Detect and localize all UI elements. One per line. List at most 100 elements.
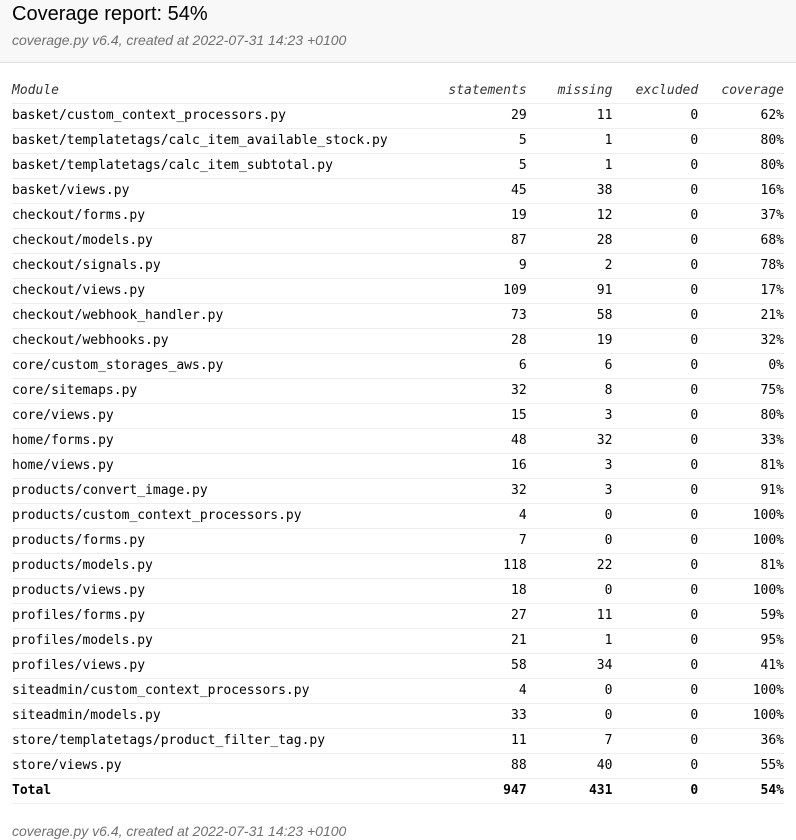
statements-count: 4 [430, 678, 527, 704]
module-name[interactable]: siteadmin/custom_context_processors.py [12, 678, 431, 704]
coverage-percent: 17% [698, 278, 784, 304]
excluded-count: 0 [612, 303, 699, 329]
module-name[interactable]: core/sitemaps.py [12, 378, 431, 404]
column-header-coverage[interactable]: coverage [698, 79, 784, 104]
statements-count: 5 [430, 153, 527, 179]
table-row: core/custom_storages_aws.py 6 6 0 0% [12, 353, 784, 379]
excluded-count: 0 [612, 153, 699, 179]
module-name[interactable]: store/views.py [12, 753, 431, 779]
coverage-percent: 16% [698, 178, 784, 204]
table-row: siteadmin/models.py 33 0 0 100% [12, 703, 784, 729]
table-row: products/forms.py 7 0 0 100% [12, 528, 784, 554]
module-name[interactable]: store/templatetags/product_filter_tag.py [12, 728, 431, 754]
column-header-module[interactable]: Module [12, 79, 431, 104]
coverage-percent: 33% [698, 428, 784, 454]
coverage-percent: 80% [698, 153, 784, 179]
table-row: store/views.py 88 40 0 55% [12, 753, 784, 779]
coverage-percent: 21% [698, 303, 784, 329]
statements-count: 109 [430, 278, 527, 304]
module-name[interactable]: profiles/forms.py [12, 603, 431, 629]
module-name[interactable]: products/models.py [12, 553, 431, 579]
header-row: Module statements missing excluded cover… [12, 79, 784, 104]
statements-count: 118 [430, 553, 527, 579]
module-name[interactable]: profiles/models.py [12, 628, 431, 654]
coverage-percent: 32% [698, 328, 784, 354]
total-excluded: 0 [612, 778, 699, 804]
missing-count: 0 [526, 528, 613, 554]
missing-count: 1 [526, 128, 613, 154]
module-name[interactable]: siteadmin/models.py [12, 703, 431, 729]
module-name[interactable]: basket/templatetags/calc_item_available_… [12, 128, 431, 154]
coverage-percent: 95% [698, 628, 784, 654]
module-name[interactable]: checkout/forms.py [12, 203, 431, 229]
missing-count: 6 [526, 353, 613, 379]
missing-count: 58 [526, 303, 613, 329]
missing-count: 3 [526, 403, 613, 429]
statements-count: 21 [430, 628, 527, 654]
module-name[interactable]: checkout/webhooks.py [12, 328, 431, 354]
module-name[interactable]: products/views.py [12, 578, 431, 604]
statements-count: 7 [430, 528, 527, 554]
coverage-percent: 100% [698, 578, 784, 604]
missing-count: 40 [526, 753, 613, 779]
total-missing: 431 [526, 778, 613, 804]
coverage-percent: 78% [698, 253, 784, 279]
statements-count: 6 [430, 353, 527, 379]
statements-count: 73 [430, 303, 527, 329]
coverage-percent: 68% [698, 228, 784, 254]
module-name[interactable]: checkout/views.py [12, 278, 431, 304]
table-row: checkout/views.py 109 91 0 17% [12, 278, 784, 304]
column-header-missing[interactable]: missing [526, 79, 613, 104]
module-name[interactable]: core/custom_storages_aws.py [12, 353, 431, 379]
statements-count: 27 [430, 603, 527, 629]
module-name[interactable]: core/views.py [12, 403, 431, 429]
module-name[interactable]: products/convert_image.py [12, 478, 431, 504]
excluded-count: 0 [612, 678, 699, 704]
column-header-statements[interactable]: statements [430, 79, 527, 104]
coverage-percent: 62% [698, 103, 784, 129]
module-name[interactable]: products/custom_context_processors.py [12, 503, 431, 529]
excluded-count: 0 [612, 653, 699, 679]
missing-count: 32 [526, 428, 613, 454]
module-name[interactable]: checkout/signals.py [12, 253, 431, 279]
total-label: Total [12, 778, 431, 804]
coverage-percent: 55% [698, 753, 784, 779]
coverage-percent: 91% [698, 478, 784, 504]
coverage-percent: 75% [698, 378, 784, 404]
table-row: basket/custom_context_processors.py 29 11 0… [12, 103, 784, 129]
module-name[interactable]: basket/templatetags/calc_item_subtotal.p… [12, 153, 431, 179]
missing-count: 91 [526, 278, 613, 304]
table-row: profiles/views.py 58 34 0 41% [12, 653, 784, 679]
excluded-count: 0 [612, 178, 699, 204]
statements-count: 48 [430, 428, 527, 454]
table-row: profiles/forms.py 27 11 0 59% [12, 603, 784, 629]
total-statements: 947 [430, 778, 527, 804]
coverage-percent: 100% [698, 503, 784, 529]
module-name[interactable]: basket/custom_context_processors.py [12, 103, 431, 129]
module-name[interactable]: checkout/models.py [12, 228, 431, 254]
module-name[interactable]: home/views.py [12, 453, 431, 479]
coverage-percent: 100% [698, 678, 784, 704]
statements-count: 11 [430, 728, 527, 754]
report-title: Coverage report: 54% [12, 3, 208, 25]
missing-count: 0 [526, 503, 613, 529]
table-row: home/views.py 16 3 0 81% [12, 453, 784, 479]
missing-count: 34 [526, 653, 613, 679]
missing-count: 1 [526, 153, 613, 179]
footer-meta: coverage.py v6.4, created at 2022-07-31 … [12, 823, 347, 839]
excluded-count: 0 [612, 528, 699, 554]
module-name[interactable]: checkout/webhook_handler.py [12, 303, 431, 329]
coverage-percent: 81% [698, 553, 784, 579]
module-name[interactable]: home/forms.py [12, 428, 431, 454]
module-name[interactable]: basket/views.py [12, 178, 431, 204]
coverage-percent: 100% [698, 703, 784, 729]
table-row: products/convert_image.py 32 3 0 91% [12, 478, 784, 504]
module-name[interactable]: profiles/views.py [12, 653, 431, 679]
column-header-excluded[interactable]: excluded [612, 79, 699, 104]
excluded-count: 0 [612, 478, 699, 504]
report-meta: coverage.py v6.4, created at 2022-07-31 … [12, 32, 347, 48]
report-header: Coverage report: 54% coverage.py v6.4, c… [0, 0, 796, 63]
module-name[interactable]: products/forms.py [12, 528, 431, 554]
statements-count: 87 [430, 228, 527, 254]
table-row: products/views.py 18 0 0 100% [12, 578, 784, 604]
